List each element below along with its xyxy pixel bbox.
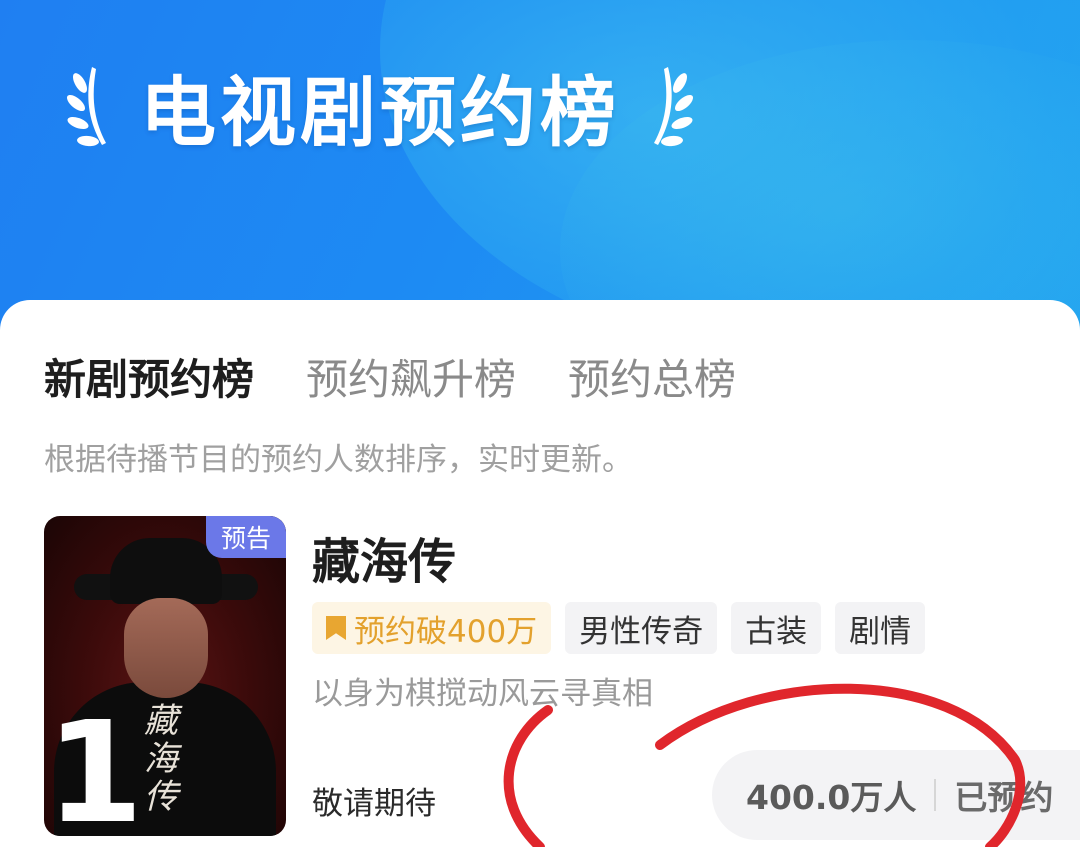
reserve-label: 已预约 bbox=[954, 778, 1054, 817]
ranking-card: 新剧预约榜 预约飙升榜 预约总榜 根据待播节目的预约人数排序，实时更新。 1 藏… bbox=[0, 300, 1080, 847]
show-synopsis: 以身为棋搅动风云寻真相 bbox=[312, 676, 653, 712]
genre-tag: 古装 bbox=[731, 602, 822, 654]
tag-list: 预约破400万 男性传奇 古装 剧情 bbox=[312, 602, 926, 654]
rank-number: 1 bbox=[46, 692, 144, 837]
trailer-badge: 预告 bbox=[206, 516, 286, 558]
page-title: 电视剧预约榜 bbox=[140, 68, 620, 157]
header-banner: 电视剧预约榜 bbox=[0, 0, 1080, 330]
tab-rising-reservations[interactable]: 预约飙升榜 bbox=[306, 346, 516, 407]
reservation-milestone-tag: 预约破400万 bbox=[312, 602, 552, 654]
reserve-count: 400.0万人 bbox=[746, 778, 917, 817]
poster-figure bbox=[124, 598, 208, 698]
genre-tag: 男性传奇 bbox=[565, 602, 718, 654]
divider bbox=[934, 779, 937, 811]
laurel-left-icon bbox=[66, 67, 106, 147]
poster-figure bbox=[110, 538, 222, 604]
ranking-description: 根据待播节目的预约人数排序，实时更新。 bbox=[44, 442, 633, 478]
tab-total-reservations[interactable]: 预约总榜 bbox=[568, 346, 736, 407]
tag-label: 预约破400万 bbox=[354, 613, 538, 650]
tab-bar: 新剧预约榜 预约飙升榜 预约总榜 bbox=[44, 346, 736, 407]
poster-title: 藏海传 bbox=[144, 701, 178, 817]
reserve-button[interactable]: 400.0万人 已预约 bbox=[712, 750, 1080, 840]
tab-new-drama-reservations[interactable]: 新剧预约榜 bbox=[44, 346, 254, 407]
laurel-right-icon bbox=[654, 67, 694, 147]
genre-tag: 剧情 bbox=[835, 602, 926, 654]
bookmark-icon bbox=[326, 616, 346, 640]
release-status: 敬请期待 bbox=[312, 786, 436, 822]
show-poster[interactable]: 1 藏海传 预告 bbox=[44, 516, 286, 836]
title-row: 电视剧预约榜 bbox=[56, 56, 704, 157]
show-title[interactable]: 藏海传 bbox=[312, 522, 456, 592]
